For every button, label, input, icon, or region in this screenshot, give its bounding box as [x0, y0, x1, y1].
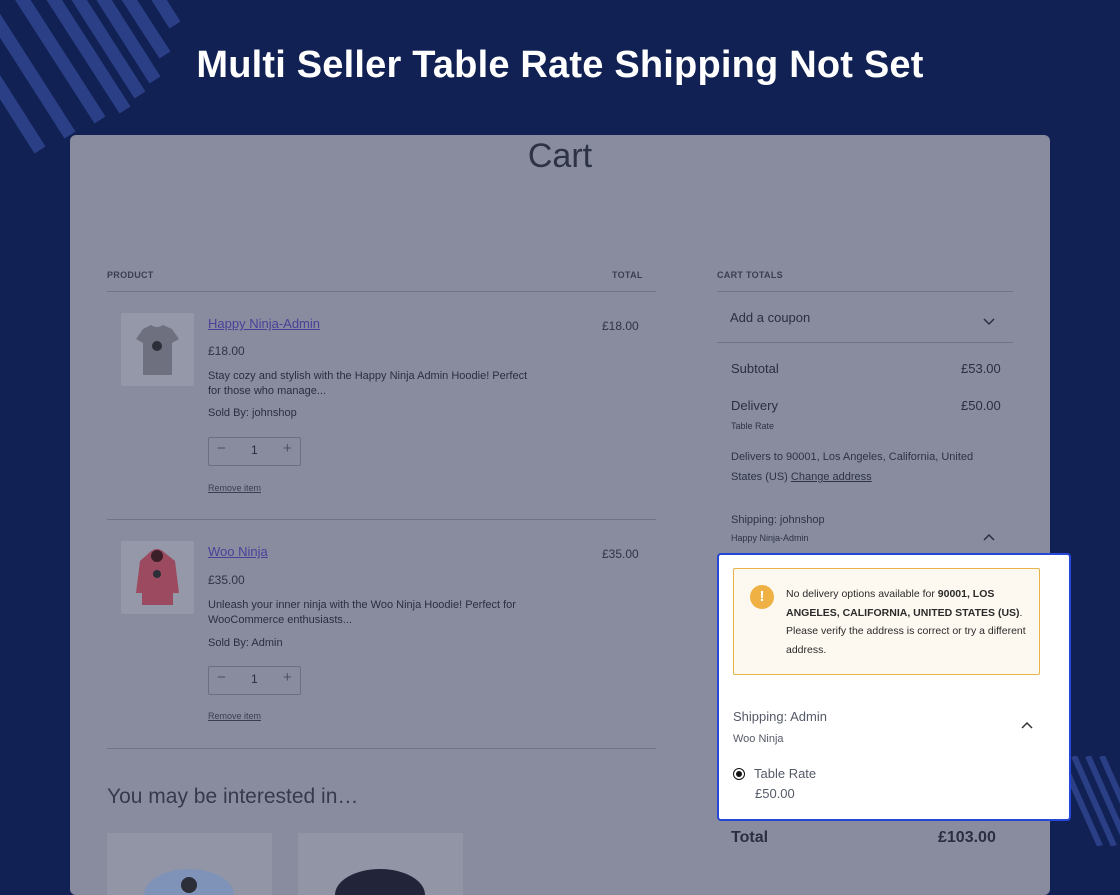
seller-name: johnshop: [252, 407, 297, 419]
minus-button[interactable]: −: [217, 440, 226, 457]
product-description: Unleash your inner ninja with the Woo Ni…: [208, 599, 516, 626]
seller-name: Admin: [251, 637, 283, 649]
sold-by: Sold By: Admin: [208, 637, 283, 649]
delivery-address: Delivers to 90001, Los Angeles, Californ…: [731, 447, 991, 487]
line-total: £35.00: [602, 547, 639, 561]
subtotal-value: £53.00: [961, 361, 1001, 376]
total-label: Total: [731, 829, 769, 846]
table-rate-radio[interactable]: [733, 768, 745, 780]
total-column-header: TOTAL: [612, 270, 643, 280]
coupon-toggle[interactable]: Add a coupon: [730, 310, 810, 325]
table-rate-label[interactable]: Table Rate: [754, 766, 816, 781]
shipping-admin-item: Woo Ninja: [733, 733, 784, 745]
product-price: £18.00: [208, 344, 245, 358]
chevron-up-icon[interactable]: [1021, 716, 1033, 734]
quantity-value[interactable]: 1: [251, 443, 258, 457]
warning-icon: !: [750, 585, 774, 609]
minus-button[interactable]: −: [217, 669, 226, 686]
plus-button[interactable]: +: [283, 669, 292, 686]
shipping-admin-label: Shipping: Admin: [733, 709, 827, 724]
remove-item-link[interactable]: Remove item: [208, 711, 261, 721]
divider: [107, 748, 656, 749]
divider: [107, 519, 656, 520]
product-image-hoodie[interactable]: [121, 541, 194, 614]
line-total: £18.00: [602, 319, 639, 333]
sold-by-label: Sold By:: [208, 407, 249, 419]
shipping-highlight-panel: ! No delivery options available for 9000…: [717, 553, 1071, 821]
change-address-link[interactable]: Change address: [791, 471, 872, 483]
subtotal-label: Subtotal: [731, 361, 779, 376]
product-column-header: PRODUCT: [107, 270, 154, 280]
product-description: Stay cozy and stylish with the Happy Nin…: [208, 370, 528, 397]
recommended-product[interactable]: [298, 833, 463, 895]
divider: [717, 291, 1013, 292]
chevron-up-icon[interactable]: [983, 528, 995, 546]
table-rate-price: £50.00: [755, 786, 795, 801]
no-delivery-notice: ! No delivery options available for 9000…: [733, 568, 1040, 675]
chevron-down-icon[interactable]: [983, 313, 995, 331]
sold-by-label: Sold By:: [208, 637, 249, 649]
shipping-johnshop-item: Happy Ninja-Admin: [731, 533, 809, 543]
delivery-method: Table Rate: [731, 421, 775, 431]
total-value: £103.00: [938, 829, 996, 846]
delivery-label: Delivery: [731, 398, 778, 413]
quantity-value[interactable]: 1: [251, 672, 258, 686]
quantity-stepper[interactable]: − 1 +: [208, 437, 301, 466]
plus-button[interactable]: +: [283, 440, 292, 457]
divider: [717, 342, 1013, 343]
sold-by: Sold By: johnshop: [208, 407, 297, 419]
recommended-product[interactable]: [107, 833, 272, 895]
cross-sells-heading: You may be interested in…: [107, 785, 359, 808]
divider: [107, 291, 656, 292]
quantity-stepper[interactable]: − 1 +: [208, 666, 301, 695]
notice-text: No delivery options available for 90001,…: [786, 585, 1028, 659]
page-title: Cart: [527, 137, 593, 175]
remove-item-link[interactable]: Remove item: [208, 483, 261, 493]
delivery-value: £50.00: [961, 398, 1001, 413]
product-link-happy-ninja[interactable]: Happy Ninja-Admin: [208, 316, 320, 331]
banner-title: Multi Seller Table Rate Shipping Not Set: [196, 44, 924, 86]
cart-totals-header: CART TOTALS: [717, 270, 783, 280]
product-price: £35.00: [208, 573, 245, 587]
product-link-woo-ninja[interactable]: Woo Ninja: [208, 544, 268, 559]
shipping-johnshop: Shipping: johnshop: [731, 514, 825, 526]
product-image-tshirt[interactable]: [121, 313, 194, 386]
notice-prefix: No delivery options available for: [786, 588, 935, 600]
